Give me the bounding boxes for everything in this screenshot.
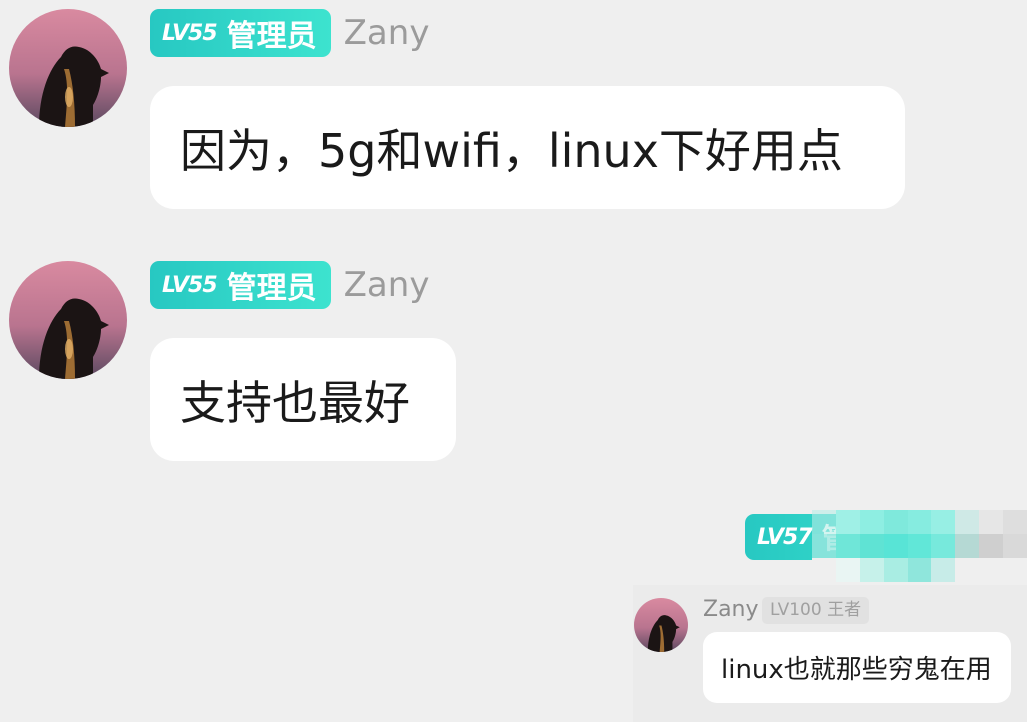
message-text: 支持也最好 [180,375,410,430]
user-avatar[interactable] [634,598,688,652]
level-text: LV55 [162,20,218,46]
level-badge: LV55 管理员 [150,9,331,57]
role-text: 管理员 [226,19,317,54]
level-text: LV55 [162,272,218,298]
message-bubble[interactable]: 因为，5g和wifi，linux下好用点 [150,86,905,209]
user-avatar[interactable] [9,9,127,127]
level-badge: LV55 管理员 [150,261,331,309]
quoted-level-badge: LV100 王者 [762,597,870,624]
user-avatar[interactable] [9,261,127,379]
role-text: 管理员 [226,271,317,306]
message-text: 因为，5g和wifi，linux下好用点 [180,123,843,178]
quoted-message-text: linux也就那些穷鬼在用 [721,655,992,685]
level-text: LV57 [757,524,813,550]
message-bubble[interactable]: 支持也最好 [150,338,456,461]
quoted-username[interactable]: Zany [703,596,759,624]
quoted-message-bubble[interactable]: linux也就那些穷鬼在用 [703,632,1011,703]
username[interactable]: Zany [344,13,430,53]
username[interactable]: Zany [344,265,430,305]
pixelated-mask [812,510,1027,582]
